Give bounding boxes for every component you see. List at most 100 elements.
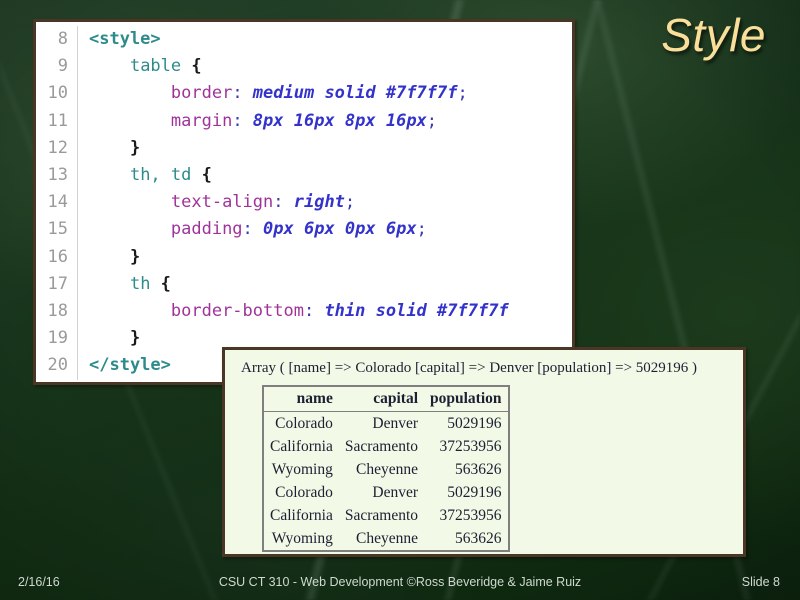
code-line-number: 9 — [36, 53, 78, 81]
states-table-head: name capital population — [263, 386, 509, 412]
table-header-row: name capital population — [263, 386, 509, 412]
code-line: 10 border: medium solid #7f7f7f; — [36, 80, 572, 108]
table-cell: Denver — [372, 415, 419, 432]
code-token: { — [160, 273, 171, 294]
table-column-header: capital — [338, 386, 425, 412]
code-token: : — [303, 301, 325, 322]
states-table-body: Colorado Denver 5029196 California Sacrament… — [263, 412, 509, 552]
code-token: 0px 6px 0px 6px — [263, 219, 417, 240]
code-line-number: 19 — [36, 325, 78, 353]
table-cell: Cheyenne — [356, 461, 419, 478]
code-line-text: } — [78, 325, 140, 352]
output-table-wrapper: name capital population Colorado Denver 5029… — [225, 377, 743, 552]
code-line: 18 border-bottom: thin solid #7f7f7f — [36, 298, 572, 326]
code-token: margin — [170, 110, 233, 131]
code-line: 9 table { — [36, 53, 572, 81]
table-cell: 563626 — [455, 461, 502, 478]
code-token: text-align — [170, 192, 274, 213]
code-token: } — [129, 246, 141, 267]
code-line: 12 } — [36, 134, 572, 163]
code-token: border-bottom — [170, 301, 304, 322]
code-token: border — [170, 83, 233, 104]
table-cell: Wyoming — [271, 530, 333, 547]
table-cell: Colorado — [275, 484, 333, 501]
code-line-number: 15 — [36, 216, 78, 244]
code-line-text: padding: 0px 6px 0px 6px; — [78, 216, 427, 243]
code-token: padding — [170, 219, 243, 240]
table-cell: Sacramento — [344, 438, 419, 455]
code-token: thin solid #7f7f7f — [324, 301, 509, 322]
code-line-number: 14 — [36, 189, 78, 217]
code-line-number: 12 — [36, 134, 78, 163]
table-cell: California — [270, 438, 333, 455]
code-token: right — [293, 192, 345, 213]
code-line-text: text-align: right; — [78, 189, 355, 216]
table-cell: Wyoming — [271, 461, 333, 478]
code-token: : — [273, 192, 294, 213]
code-line: 8 <style> — [36, 26, 572, 54]
code-lines-container: 8 <style> 9 table {10 border: medium solid… — [36, 22, 572, 380]
code-token: : — [232, 110, 253, 131]
code-token: th, td — [129, 165, 202, 186]
table-cell: California — [270, 507, 333, 524]
table-column-header: population — [424, 386, 509, 412]
page-title: Style — [661, 9, 766, 61]
footer-slide-number: Slide 8 — [741, 575, 780, 589]
code-line: 13 th, td { — [36, 162, 572, 190]
table-cell: 37253956 — [439, 438, 502, 455]
code-token: </style> — [89, 355, 171, 376]
code-token: ; — [426, 110, 438, 131]
code-line-text: th, td { — [78, 162, 212, 189]
code-line-number: 17 — [36, 270, 78, 299]
code-token: : — [242, 219, 264, 240]
code-line-text: } — [78, 135, 140, 162]
states-table: name capital population Colorado Denver 5029… — [262, 385, 510, 552]
table-cell: Denver — [372, 484, 419, 501]
code-line-text: </style> — [78, 352, 171, 379]
code-line-number: 10 — [36, 80, 78, 108]
code-token: medium solid #7f7f7f — [252, 83, 458, 104]
table-column-header: name — [263, 386, 339, 412]
slide-footer: 2/16/16 CSU CT 310 - Web Development ©Ro… — [0, 564, 800, 600]
code-line-text: table { — [78, 53, 202, 80]
table-cell: Cheyenne — [356, 530, 419, 547]
table-cell: Colorado — [275, 415, 333, 432]
code-line-text: th { — [78, 271, 171, 298]
code-token: th — [129, 273, 161, 294]
code-token: ; — [457, 83, 468, 104]
table-row: California Sacramento 37253956 — [263, 435, 509, 458]
table-row: California Sacramento 37253956 — [263, 504, 509, 527]
code-token: ; — [344, 192, 356, 213]
browser-output-panel: Array ( [name] => Colorado [capital] => … — [222, 347, 746, 557]
footer-course-credit: CSU CT 310 - Web Development ©Ross Bever… — [218, 575, 582, 589]
code-token: <style> — [89, 29, 161, 49]
code-line-number: 8 — [36, 26, 78, 54]
code-line-text: margin: 8px 16px 8px 16px; — [78, 108, 437, 135]
code-line-number: 18 — [36, 298, 78, 326]
code-line: 14 text-align: right; — [36, 189, 572, 217]
code-line-number: 20 — [36, 352, 78, 380]
code-token: } — [129, 328, 141, 349]
table-row: Wyoming Cheyenne 563626 — [263, 527, 509, 551]
code-line: 16 } — [36, 243, 572, 271]
code-line-text: <style> — [78, 26, 161, 53]
code-token: ; — [416, 219, 427, 240]
code-line-number: 16 — [36, 243, 78, 271]
code-line: 11 margin: 8px 16px 8px 16px; — [36, 107, 572, 135]
table-cell: Sacramento — [344, 507, 419, 524]
table-row: Wyoming Cheyenne 563626 — [263, 458, 509, 481]
code-line-text: border-bottom: thin solid #7f7f7f — [78, 298, 509, 325]
slide-canvas: Style 8 <style> 9 table {10 border: medium… — [0, 0, 800, 600]
table-row: Colorado Denver 5029196 — [263, 412, 509, 436]
code-line-number: 11 — [36, 107, 78, 135]
code-line-text: border: medium solid #7f7f7f; — [78, 80, 468, 107]
code-listing-panel: 8 <style> 9 table {10 border: medium solid… — [33, 19, 575, 385]
table-cell: 5029196 — [447, 484, 502, 501]
table-cell: 37253956 — [439, 507, 502, 524]
code-line-number: 13 — [36, 162, 78, 190]
code-token: { — [201, 165, 212, 186]
code-token: : — [232, 83, 253, 104]
code-line: 17 th { — [36, 270, 572, 299]
code-token: 8px 16px 8px 16px — [252, 110, 427, 131]
code-token: } — [129, 137, 141, 158]
